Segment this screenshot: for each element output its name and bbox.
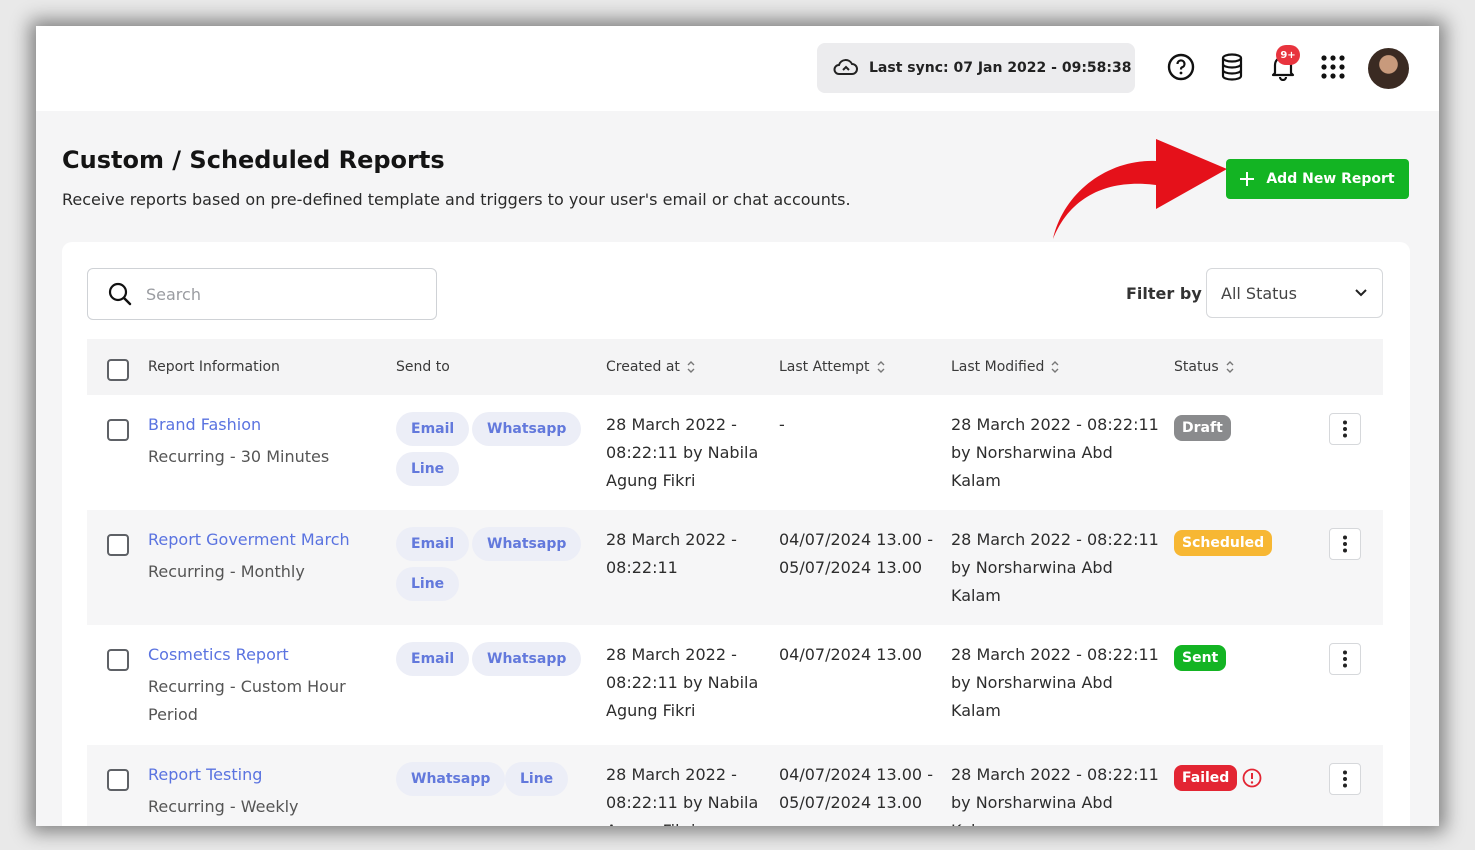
row-menu-button[interactable] <box>1329 643 1361 675</box>
created-at: 28 March 2022 - 08:22:11 by Nabila Agung… <box>606 645 759 720</box>
red-arrow-annotation <box>1053 139 1227 239</box>
add-button-label: Add New Report <box>1266 171 1395 187</box>
search-icon <box>108 282 132 306</box>
send-to-chip: Whatsapp <box>472 412 582 446</box>
database-icon[interactable] <box>1217 52 1247 82</box>
chevron-down-icon <box>1355 289 1367 297</box>
report-title-link[interactable]: Brand Fashion <box>148 415 261 434</box>
row-menu-button[interactable] <box>1329 763 1361 795</box>
row-checkbox[interactable] <box>107 649 129 671</box>
last-sync-indicator: Last sync: 07 Jan 2022 - 09:58:38 <box>817 43 1135 93</box>
select-all-checkbox[interactable] <box>107 359 129 381</box>
column-created-at[interactable]: Created at <box>606 359 696 375</box>
search-input[interactable]: Search <box>87 268 437 320</box>
status-badge: Draft <box>1174 415 1231 441</box>
send-to-chip: Whatsapp <box>396 762 506 796</box>
send-to-chip: Line <box>505 762 569 796</box>
report-recurrence: Recurring - Custom Hour Period <box>148 677 346 724</box>
search-placeholder: Search <box>146 284 201 304</box>
more-vertical-icon <box>1343 420 1347 438</box>
page-subtitle: Receive reports based on pre-defined tem… <box>62 190 851 209</box>
table-header: Report Information Send to Created at La… <box>87 339 1383 395</box>
table-row: Cosmetics Report Recurring - Custom Hour… <box>87 625 1383 745</box>
help-icon[interactable] <box>1166 52 1196 82</box>
table-row: Report Testing Recurring - Weekly Whatsa… <box>87 745 1383 826</box>
table-row: Brand Fashion Recurring - 30 Minutes Ema… <box>87 395 1383 510</box>
filter-value: All Status <box>1221 283 1297 303</box>
column-report-information: Report Information <box>148 359 280 375</box>
report-recurrence: Recurring - 30 Minutes <box>148 447 330 466</box>
apps-grid-icon[interactable] <box>1318 52 1348 82</box>
created-at: 28 March 2022 - 08:22:11 by Nabila Agung… <box>606 415 759 490</box>
last-modified: 28 March 2022 - 08:22:11 by Norsharwina … <box>951 530 1159 605</box>
row-checkbox[interactable] <box>107 534 129 556</box>
column-last-attempt[interactable]: Last Attempt <box>779 359 886 375</box>
status-filter-select[interactable]: All Status <box>1206 268 1383 318</box>
send-to-chip: Email <box>396 527 470 561</box>
sync-text: Last sync: 07 Jan 2022 - 09:58:38 <box>869 60 1132 76</box>
report-title-link[interactable]: Cosmetics Report <box>148 645 289 664</box>
last-modified: 28 March 2022 - 08:22:11 by Norsharwina … <box>951 765 1159 826</box>
send-to-chip: Email <box>396 642 470 676</box>
report-title-link[interactable]: Report Testing <box>148 765 262 784</box>
send-to-chip: Email <box>396 412 470 446</box>
column-last-modified[interactable]: Last Modified <box>951 359 1060 375</box>
avatar[interactable] <box>1368 48 1409 89</box>
top-bar: Last sync: 07 Jan 2022 - 09:58:38 9+ <box>36 26 1439 111</box>
row-menu-button[interactable] <box>1329 413 1361 445</box>
cloud-sync-icon <box>833 59 858 75</box>
more-vertical-icon <box>1343 770 1347 788</box>
plus-icon <box>1240 172 1255 186</box>
last-attempt: 04/07/2024 13.00 <box>779 645 923 664</box>
report-title-link[interactable]: Report Goverment March <box>148 530 350 549</box>
last-modified: 28 March 2022 - 08:22:11 by Norsharwina … <box>951 415 1159 490</box>
more-vertical-icon <box>1343 535 1347 553</box>
row-checkbox[interactable] <box>107 769 129 791</box>
status-badge: Failed <box>1174 765 1238 791</box>
report-recurrence: Recurring - Weekly <box>148 797 299 816</box>
report-recurrence: Recurring - Monthly <box>148 562 305 581</box>
page-title: Custom / Scheduled Reports <box>62 146 445 174</box>
app-window: Last sync: 07 Jan 2022 - 09:58:38 9+ Cus… <box>36 26 1439 826</box>
sort-icon <box>1051 361 1059 373</box>
status-badge: Scheduled <box>1174 530 1273 556</box>
created-at: 28 March 2022 - 08:22:11 by Nabila Agung… <box>606 765 759 826</box>
status-badge: Sent <box>1174 645 1227 671</box>
send-to-chip: Whatsapp <box>472 642 582 676</box>
more-vertical-icon <box>1343 650 1347 668</box>
sort-icon <box>877 361 885 373</box>
last-attempt: - <box>779 415 785 434</box>
sort-icon <box>687 361 695 373</box>
add-new-report-button[interactable]: Add New Report <box>1226 159 1409 199</box>
column-send-to: Send to <box>396 359 450 375</box>
row-checkbox[interactable] <box>107 419 129 441</box>
table-row: Report Goverment March Recurring - Month… <box>87 510 1383 625</box>
reports-card: Search Filter by All Status Report Infor… <box>62 242 1410 826</box>
error-alert-icon[interactable] <box>1242 768 1262 788</box>
notification-badge: 9+ <box>1276 45 1300 65</box>
column-status[interactable]: Status <box>1174 359 1235 375</box>
last-modified: 28 March 2022 - 08:22:11 by Norsharwina … <box>951 645 1159 720</box>
row-menu-button[interactable] <box>1329 528 1361 560</box>
last-attempt: 04/07/2024 13.00 - 05/07/2024 13.00 <box>779 530 933 577</box>
send-to-chip: Whatsapp <box>472 527 582 561</box>
sort-icon <box>1226 361 1234 373</box>
send-to-chip: Line <box>396 452 460 486</box>
filter-label: Filter by <box>1126 284 1202 303</box>
created-at: 28 March 2022 - 08:22:11 <box>606 530 737 577</box>
send-to-chip: Line <box>396 567 460 601</box>
last-attempt: 04/07/2024 13.00 - 05/07/2024 13.00 <box>779 765 933 812</box>
